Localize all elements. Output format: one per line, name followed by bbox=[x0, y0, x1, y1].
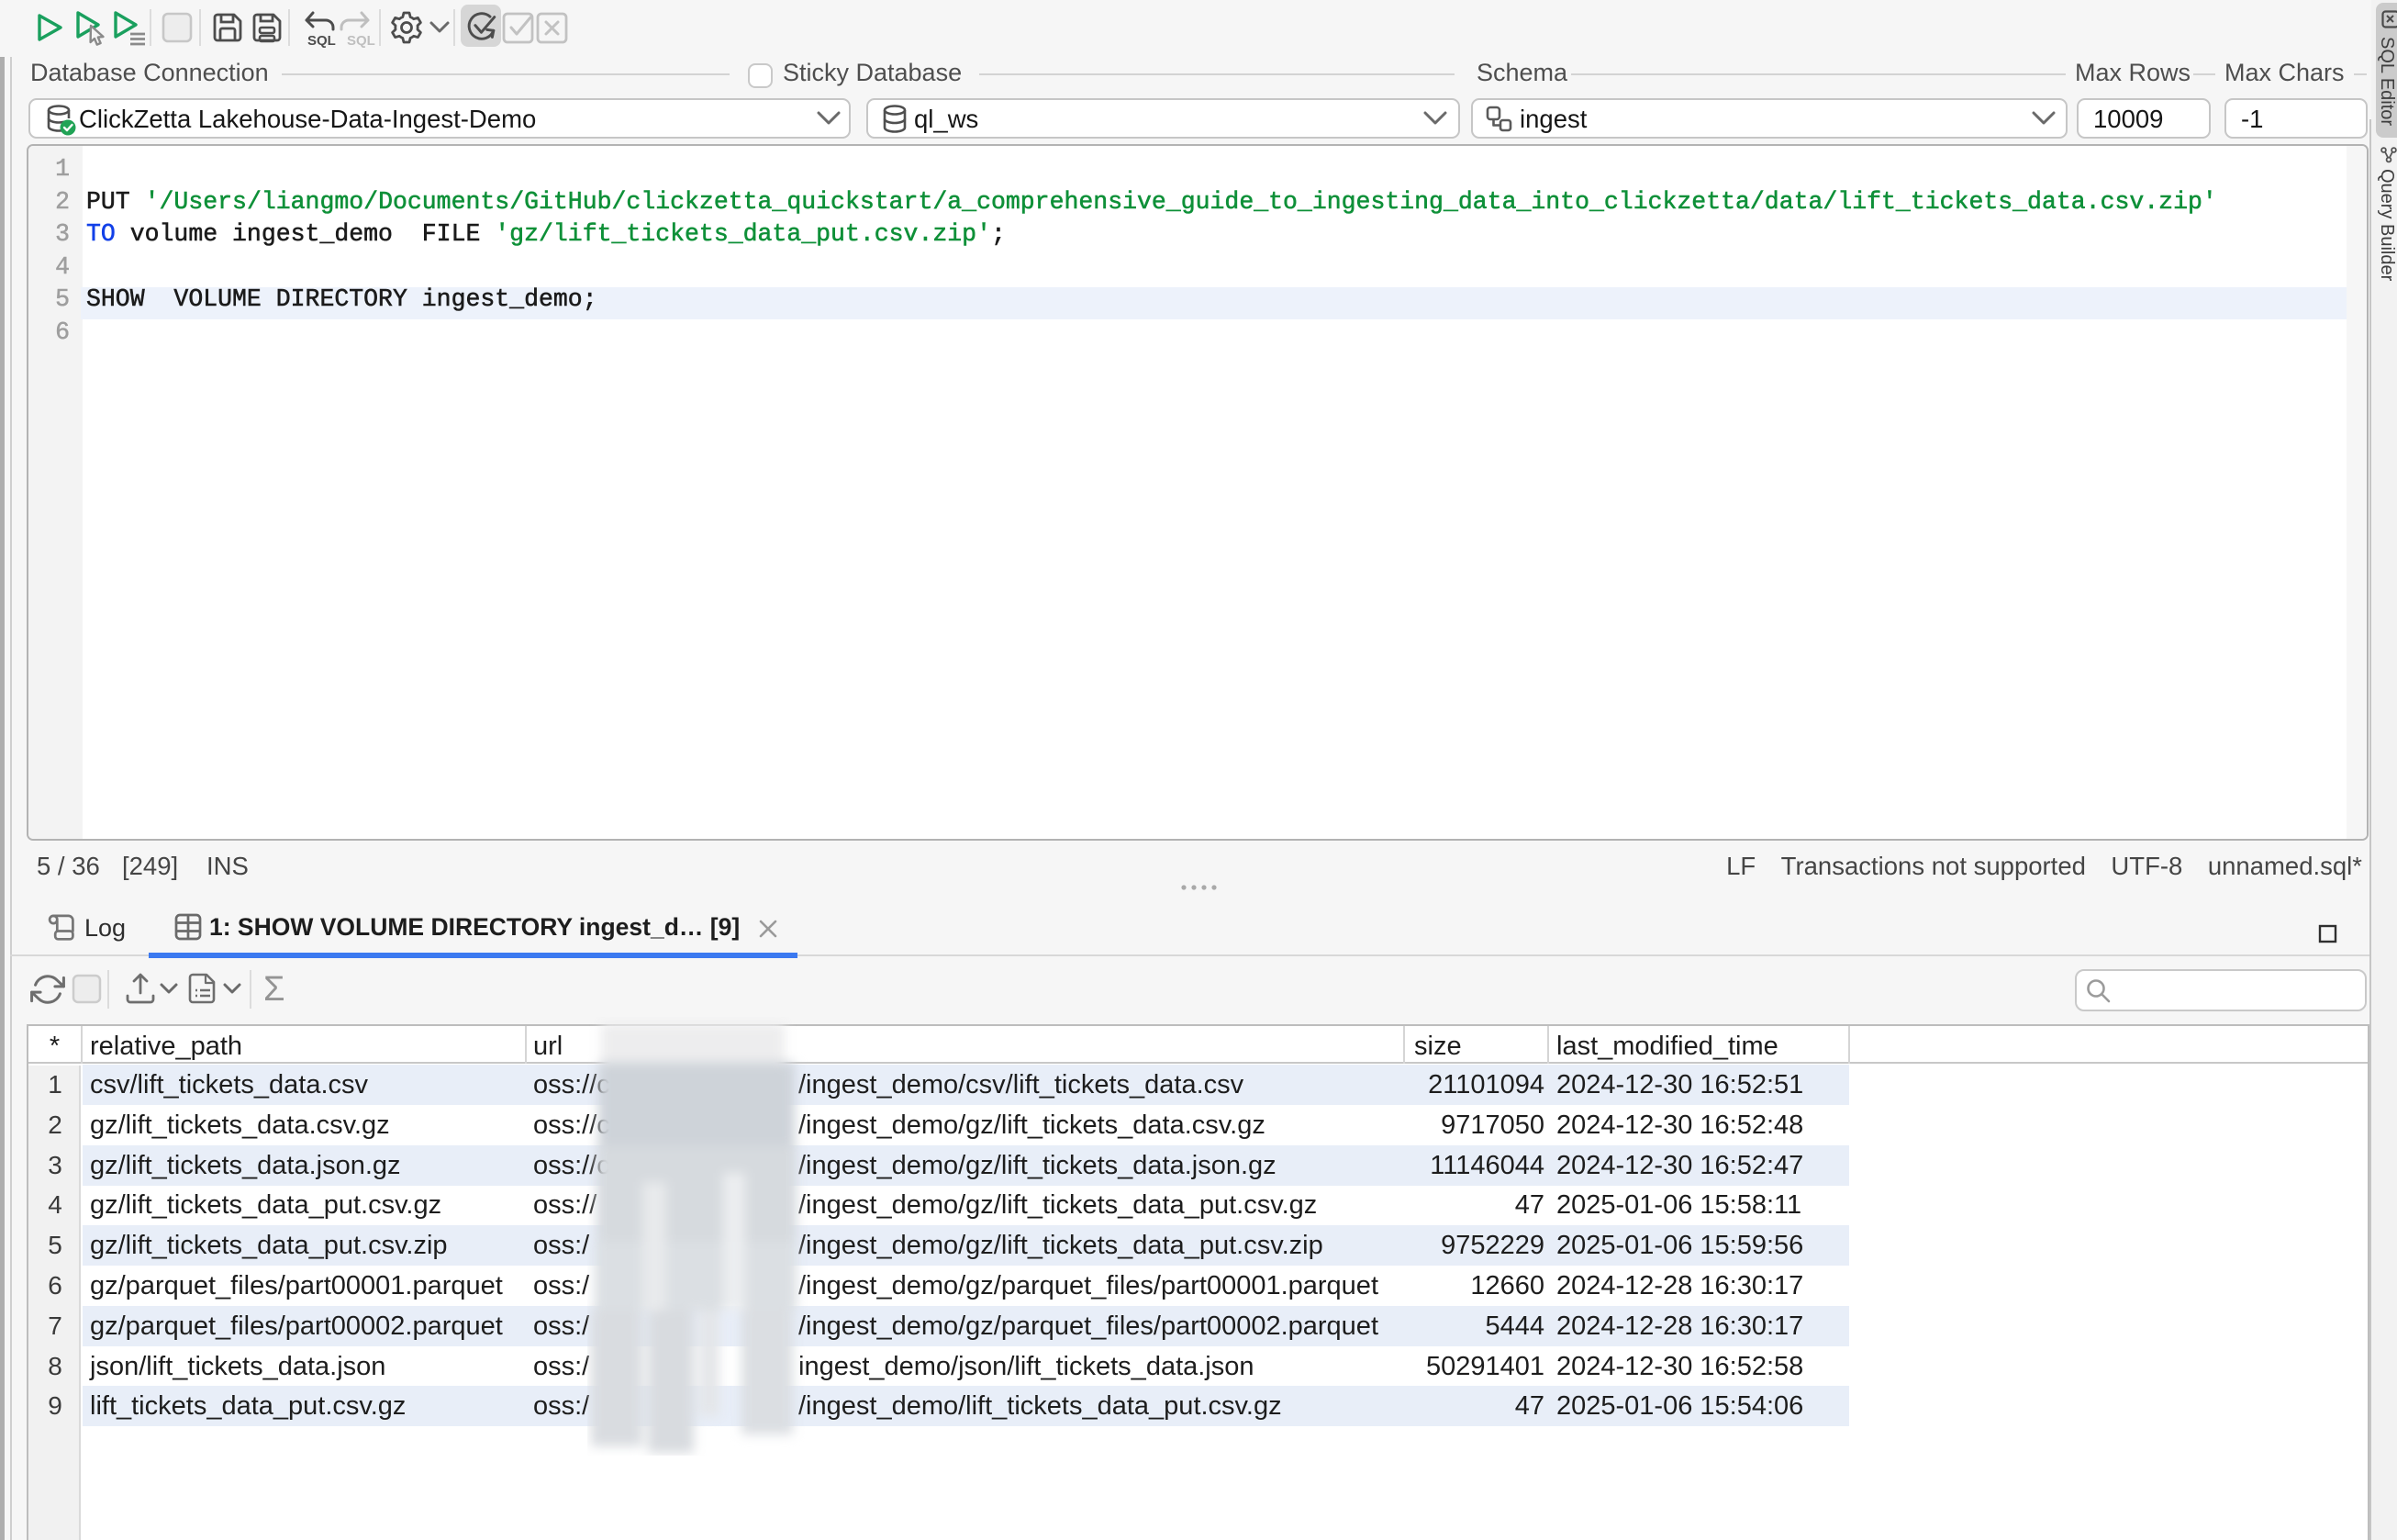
svg-text:SQL: SQL bbox=[347, 33, 375, 49]
svg-text:SQL: SQL bbox=[307, 33, 336, 49]
